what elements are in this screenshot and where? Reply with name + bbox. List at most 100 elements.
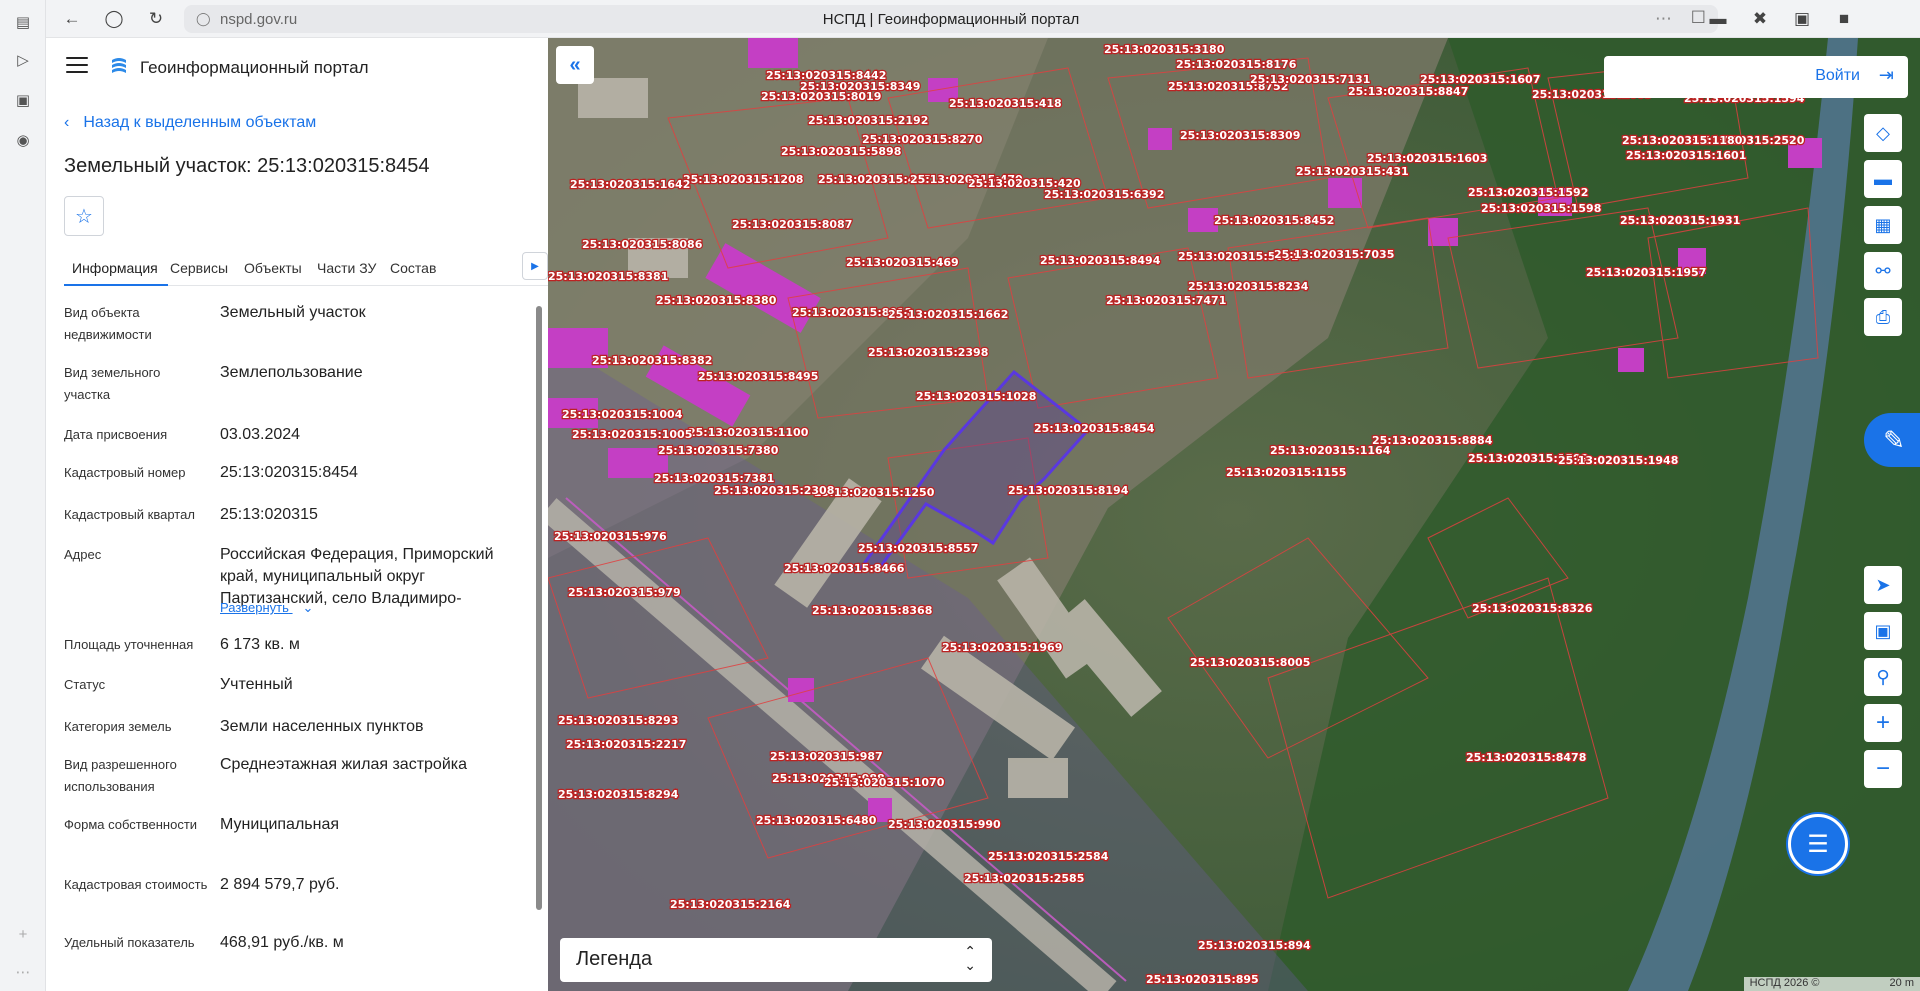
property-label: Кадастровый квартал (64, 507, 195, 522)
legend-dropdown[interactable]: Легенда ⌃ ⌄ (560, 938, 992, 982)
share-button[interactable]: ⚯ (1864, 252, 1902, 290)
camera-icon[interactable]: ◉ (11, 128, 35, 152)
property-label: Дата присвоения (64, 427, 168, 442)
expand-address-link[interactable]: Развернуть ⌄ (220, 600, 313, 616)
reload-icon[interactable]: ↻ (144, 7, 168, 31)
parcel-label: 25:13:020315:7471 (1106, 294, 1226, 307)
parcel-label: 25:13:020315:2585 (964, 872, 1084, 885)
nine-icon[interactable]: ▣ (11, 88, 35, 112)
minus-icon: − (1875, 755, 1890, 782)
tab-parts[interactable]: Части ЗУ (317, 260, 376, 276)
extension-2-icon[interactable]: ✖ (1748, 7, 1772, 31)
parcel-label: 25:13:020315:2217 (566, 738, 686, 751)
parcel-label: 25:13:020315:987 (770, 750, 883, 763)
property-value: Среднеэтажная жилая застройка (220, 756, 468, 773)
property-value: Учтенный (220, 676, 293, 693)
navigation-arrow-icon: ➤ (1875, 574, 1891, 595)
back-arrow-icon[interactable]: ← (60, 7, 84, 31)
add-icon[interactable]: + (11, 922, 35, 946)
property-value: 468,91 руб./кв. м (220, 934, 344, 951)
browser-toolbar: ← ◯ ↻ ◯ nspd.gov.ru НСПД | Геоинформацио… (46, 0, 1920, 38)
parcel-label: 25:13:020315:895 (1146, 973, 1259, 986)
property-label: Адрес (64, 547, 102, 562)
zoom-in-button[interactable]: + (1864, 704, 1902, 742)
login-button[interactable]: Войти (1815, 67, 1860, 85)
property-label: Вид разрешенного использования (64, 757, 177, 794)
parcel-label: 25:13:020315:8380 (656, 294, 777, 307)
yandex-icon[interactable]: ◯ (102, 7, 126, 31)
parcel-label: 25:13:020315:2164 (670, 898, 791, 911)
parcel-label: 25:13:020315:8176 (1176, 58, 1297, 71)
location-search-icon: ⚲ (1876, 666, 1890, 687)
plus-icon: + (1875, 709, 1890, 736)
parcel-label: 25:13:020315:8309 (1180, 129, 1300, 142)
parcel-label: 25:13:020315:8495 (698, 370, 818, 383)
parcel-label: 25:13:020315:5898 (781, 145, 901, 158)
share-icon: ⚯ (1875, 260, 1891, 281)
property-value: Земельный участок (220, 304, 366, 321)
back-to-selected-link[interactable]: ‹ Назад к выделенным объектам (64, 114, 316, 132)
panel-header: Геоинформационный портал (46, 38, 548, 98)
parcel-label: 25:13:020315:1028 (916, 390, 1036, 403)
address-bar[interactable]: ◯ nspd.gov.ru НСПД | Геоинформационный п… (184, 5, 1718, 33)
parcel-label: 25:13:020315:8454 (1034, 422, 1155, 435)
info-panel: Геоинформационный портал ‹ Назад к выдел… (46, 38, 548, 991)
locate-button[interactable]: ➤ (1864, 566, 1902, 604)
video-icon[interactable]: ▷ (11, 48, 35, 72)
bookmark-icon[interactable]: ☐ (1691, 8, 1706, 28)
select-area-button[interactable]: ▦ (1864, 206, 1902, 244)
feedback-icon: ✎ (1883, 424, 1905, 455)
zoom-out-button[interactable]: − (1864, 750, 1902, 788)
property-value: 25:13:020315:8454 (220, 464, 358, 481)
tab-objects[interactable]: Объекты (244, 260, 302, 276)
parcel-label: 25:13:020315:8382 (592, 354, 712, 367)
copyright-text: НСПД 2026 © (1749, 977, 1820, 989)
more-horiz-icon[interactable]: ⋯ (1655, 9, 1672, 29)
parcel-label: 25:13:020315:1100 (688, 426, 809, 439)
extension-icon[interactable]: ▬ (1706, 7, 1730, 31)
profile-icon[interactable]: ■ (1832, 7, 1856, 31)
parcel-label: 25:13:020315:8478 (1466, 751, 1586, 764)
parcel-label: 25:13:020315:8847 (1348, 85, 1468, 98)
extension-3-icon[interactable]: ▣ (1790, 7, 1814, 31)
collections-icon[interactable]: ▤ (11, 10, 35, 34)
property-value: Землепользование (220, 364, 363, 381)
print-icon: ⎙ (1875, 306, 1891, 327)
print-button[interactable]: ⎙ (1864, 298, 1902, 336)
browser-sidebar: ▤ ▷ ▣ ◉ + ⋯ (0, 0, 46, 991)
minimap-button[interactable]: ▣ (1864, 612, 1902, 650)
tabs-scroll-right-button[interactable]: ▶ (522, 252, 548, 280)
parcel-label: 25:13:020315:1070 (824, 776, 945, 789)
parcel-label: 25:13:020315:1598 (1481, 202, 1601, 215)
parcel-label: 25:13:020315:1180 (1622, 134, 1743, 147)
feedback-tab[interactable]: ✎ (1864, 413, 1920, 467)
parcel-label: 25:13:020315:2308 (714, 484, 834, 497)
panel-scrollbar[interactable] (536, 306, 542, 910)
parcel-label: 25:13:020315:1155 (1226, 466, 1346, 479)
favorite-button[interactable]: ☆ (64, 196, 104, 236)
parcel-label: 25:13:020315:8234 (1188, 280, 1309, 293)
parcel-label: 25:13:020315:7035 (1274, 248, 1394, 261)
layers-button[interactable]: ◇ (1864, 114, 1902, 152)
parcel-label: 25:13:020315:1603 (1367, 152, 1487, 165)
menu-icon[interactable] (66, 57, 88, 75)
measure-button[interactable]: ▬ (1864, 160, 1902, 198)
map-canvas[interactable]: 25:13:020315:844225:13:020315:834925:13:… (548, 38, 1920, 991)
map-view[interactable]: 25:13:020315:8442 25:13:020315:8349 25:13:… (548, 38, 1920, 991)
picture-in-picture-icon: ▣ (1874, 620, 1892, 641)
property-value: 6 173 кв. м (220, 636, 300, 653)
tab-information[interactable]: Информация (72, 260, 158, 276)
tab-services[interactable]: Сервисы (170, 260, 228, 276)
object-title: Земельный участок: 25:13:020315:8454 (64, 155, 430, 177)
login-icon[interactable]: ⇥ (1879, 65, 1894, 86)
parcel-label: 25:13:020315:1004 (562, 408, 683, 421)
parcel-label: 25:13:020315:1969 (942, 641, 1062, 654)
chat-button[interactable]: ☰ (1788, 814, 1848, 874)
more-icon[interactable]: ⋯ (11, 960, 35, 984)
chevron-down-icon: ⌄ (302, 600, 314, 615)
search-location-button[interactable]: ⚲ (1864, 658, 1902, 696)
property-value: 2 894 579,7 руб. (220, 876, 340, 893)
portal-name: Геоинформационный портал (140, 58, 369, 77)
tab-composition[interactable]: Состав (390, 260, 436, 276)
collapse-panel-button[interactable]: « (556, 46, 594, 84)
